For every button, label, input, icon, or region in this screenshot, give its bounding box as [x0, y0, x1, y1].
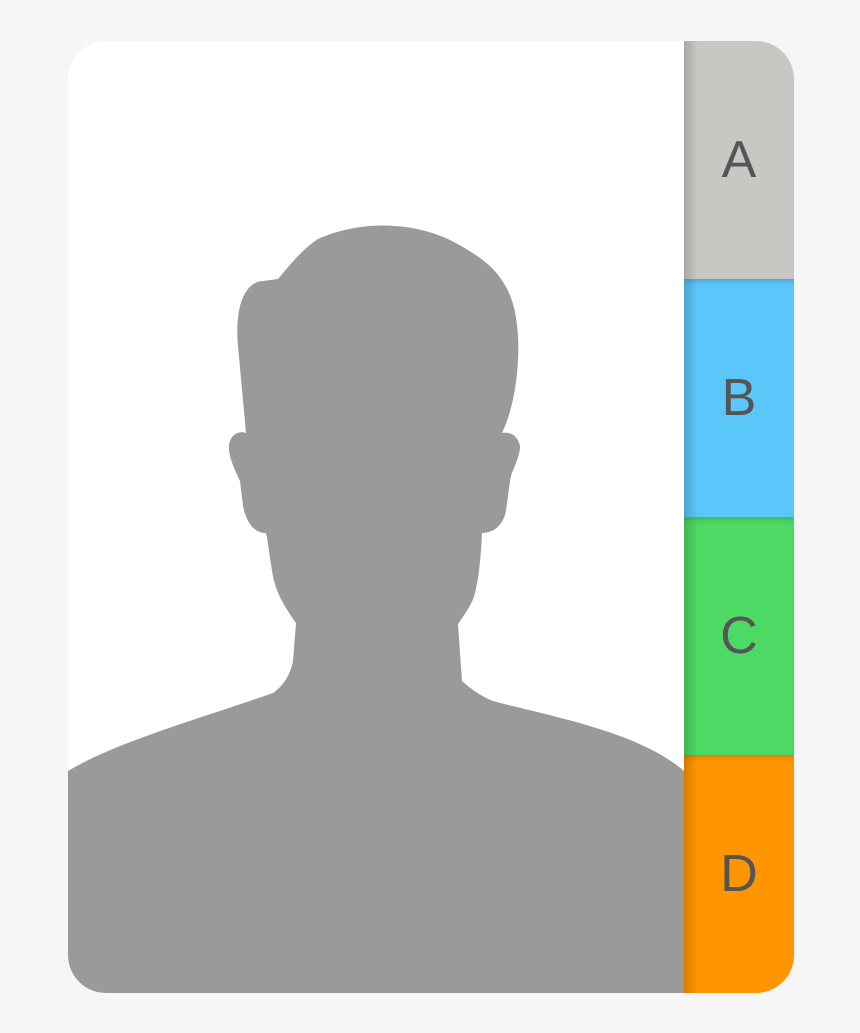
contact-photo — [68, 41, 684, 993]
alphabet-index-tabs: A B C D — [684, 41, 794, 993]
tab-c-label: C — [720, 607, 758, 665]
tab-b-label: B — [721, 369, 757, 427]
tab-d-label: D — [720, 845, 758, 903]
tab-d[interactable]: D — [684, 755, 794, 993]
tab-c[interactable]: C — [684, 517, 794, 755]
tab-b[interactable]: B — [684, 279, 794, 517]
person-silhouette-icon — [68, 225, 684, 993]
tab-a-label: A — [721, 131, 757, 189]
contact-card: A B C D — [68, 41, 794, 993]
tab-a[interactable]: A — [684, 41, 794, 279]
